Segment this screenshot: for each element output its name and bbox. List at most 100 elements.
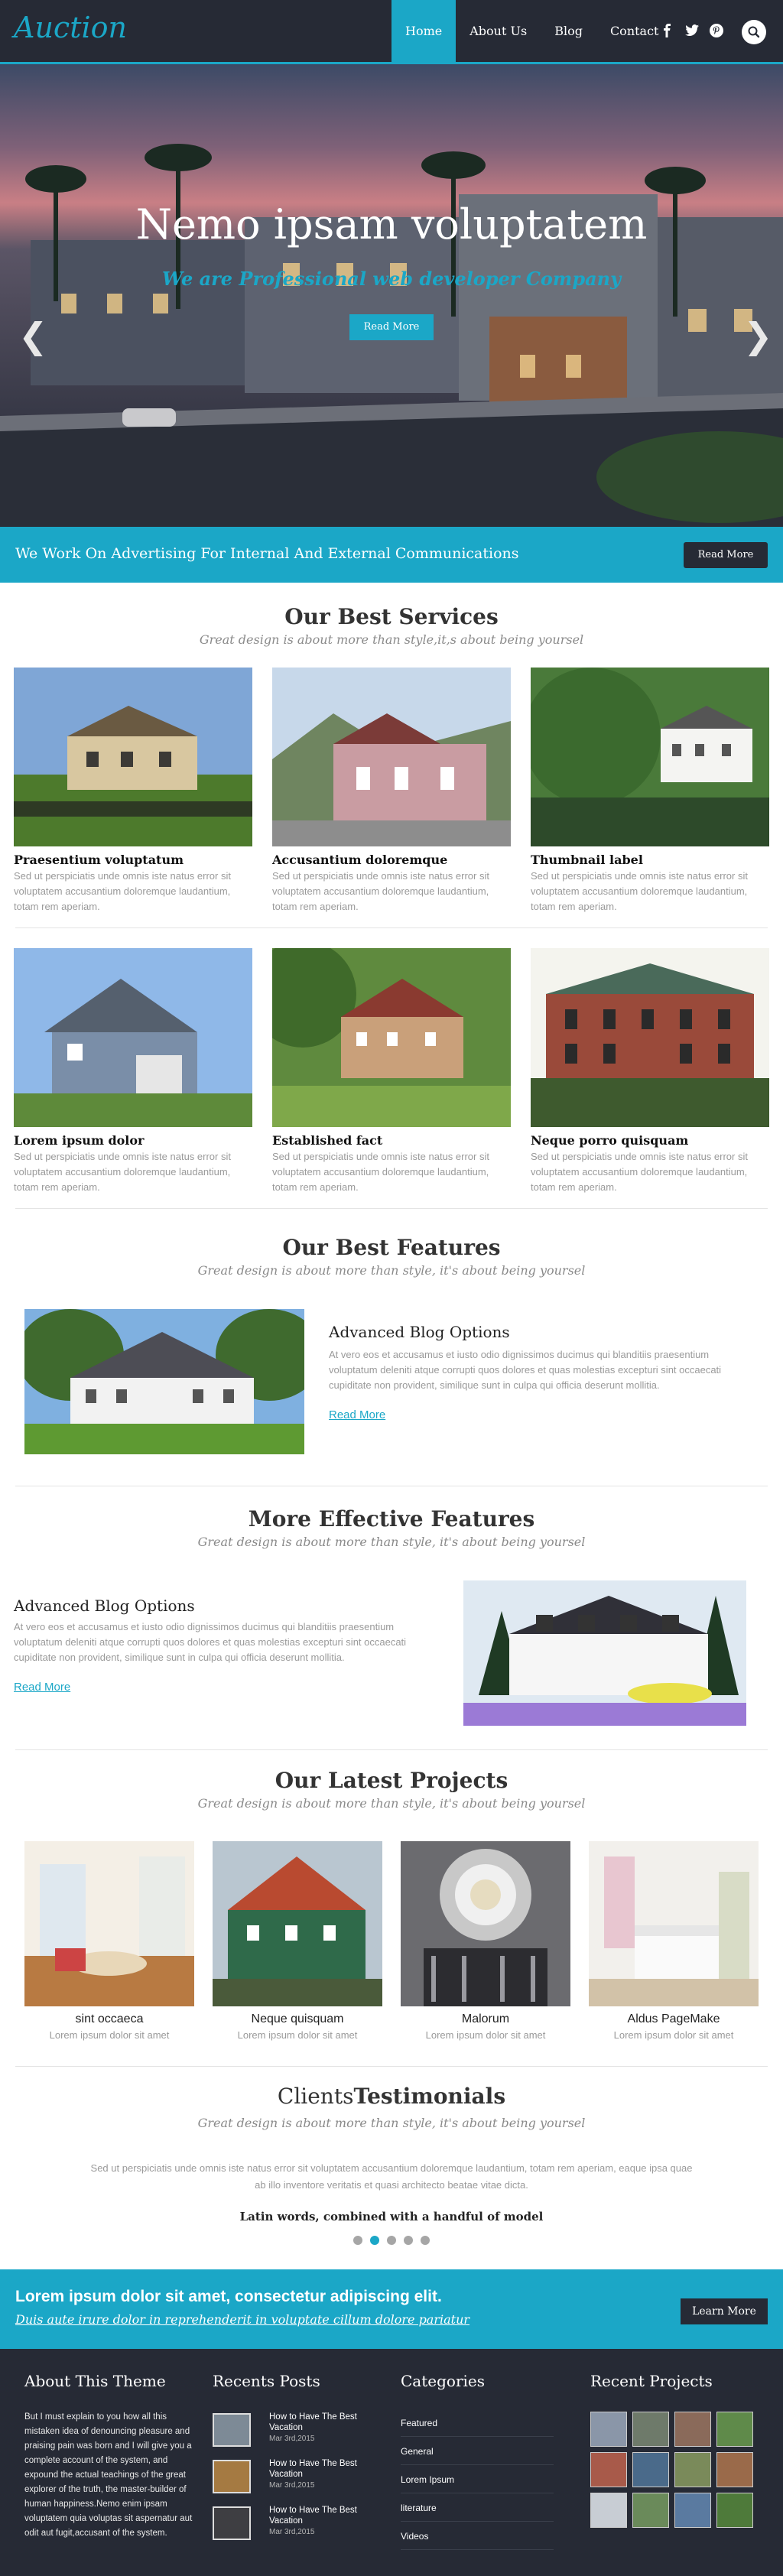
category-link[interactable]: Lorem Ipsum (401, 2465, 554, 2493)
site-footer: About This Theme But I must explain to y… (0, 2349, 783, 2576)
service-title: Lorem ipsum dolor (14, 1133, 145, 1148)
services-title: Our Best Services (284, 604, 499, 629)
learn-more-button[interactable]: Learn More (681, 2298, 768, 2324)
project-thumbnail[interactable] (632, 2493, 669, 2528)
post-thumbnail[interactable] (213, 2506, 251, 2540)
carousel-dot[interactable] (404, 2236, 413, 2245)
testimonials-title-light: Clients (277, 2084, 354, 2109)
project-card[interactable]: Malorum Lorem ipsum dolor sit amet (401, 1841, 570, 2041)
service-card[interactable]: Established fact Sed ut perspiciatis und… (272, 948, 511, 1195)
more-feature-image (463, 1580, 746, 1726)
project-thumbnail[interactable] (674, 2452, 711, 2487)
post-date: Mar 3rd,2015 (269, 2528, 315, 2536)
testimonial-dots (353, 2236, 430, 2245)
recent-post[interactable]: How to Have The Best Vacation Mar 3rd,20… (213, 2412, 373, 2454)
banner-text: We Work On Advertising For Internal And … (15, 545, 519, 562)
project-thumbnail[interactable] (674, 2493, 711, 2528)
features-header: Our Best Features Great design is about … (0, 1235, 783, 1278)
post-date: Mar 3rd,2015 (269, 2435, 315, 2443)
service-card[interactable]: Lorem ipsum dolor Sed ut perspiciatis un… (14, 948, 252, 1195)
service-card[interactable]: Praesentium voluptatum Sed ut perspiciat… (14, 668, 252, 914)
project-title: Neque quisquam (251, 2012, 344, 2025)
hero-subtitle: We are Professional web developer Compan… (161, 268, 622, 290)
recent-post[interactable]: How to Have The Best Vacation Mar 3rd,20… (213, 2458, 373, 2501)
project-title: Malorum (461, 2012, 510, 2025)
recent-projects-grid (590, 2412, 755, 2528)
more-feature-read-more-link[interactable]: Read More (14, 1681, 70, 1694)
testimonial-author: Latin words, combined with a handful of … (239, 2210, 544, 2224)
nav-blog[interactable]: Blog (541, 0, 596, 62)
post-thumbnail[interactable] (213, 2413, 251, 2447)
footer-about-text: But I must explain to you how all this m… (24, 2412, 193, 2538)
recent-post[interactable]: How to Have The Best Vacation Mar 3rd,20… (213, 2505, 373, 2548)
projects-subtitle: Great design is about more than style, i… (197, 1796, 586, 1811)
carousel-dot[interactable] (353, 2236, 362, 2245)
project-subtitle: Lorem ipsum dolor sit amet (425, 2029, 546, 2041)
site-logo[interactable]: Auction (14, 11, 127, 44)
project-thumbnail[interactable] (590, 2452, 627, 2487)
hero-read-more-button[interactable]: Read More (349, 314, 434, 340)
carousel-dot[interactable] (387, 2236, 396, 2245)
features-title: Our Best Features (282, 1235, 501, 1260)
cta-subtitle-link[interactable]: Duis aute irure dolor in reprehenderit i… (15, 2312, 469, 2327)
service-image[interactable] (272, 948, 511, 1127)
service-card[interactable]: Thumbnail label Sed ut perspiciatis unde… (531, 668, 769, 914)
category-link[interactable]: Featured (401, 2409, 554, 2437)
cta-title: Lorem ipsum dolor sit amet, consectetur … (15, 2288, 442, 2305)
project-card[interactable]: Aldus PageMake Lorem ipsum dolor sit ame… (589, 1841, 759, 2041)
service-image[interactable] (14, 668, 252, 846)
twitter-icon[interactable] (684, 22, 700, 39)
feature-title: Advanced Blog Options (329, 1323, 510, 1341)
services-subtitle: Great design is about more than style,it… (199, 632, 584, 647)
service-image[interactable] (531, 948, 769, 1127)
project-thumbnail[interactable] (716, 2452, 753, 2487)
project-card[interactable]: sint occaeca Lorem ipsum dolor sit amet (24, 1841, 194, 2041)
carousel-dot[interactable] (421, 2236, 430, 2245)
project-image[interactable] (24, 1841, 194, 2006)
project-image[interactable] (213, 1841, 382, 2006)
category-link[interactable]: Videos (401, 2522, 554, 2550)
service-image[interactable] (272, 668, 511, 846)
project-thumbnail[interactable] (590, 2412, 627, 2447)
services-header: Our Best Services Great design is about … (0, 604, 783, 647)
service-image[interactable] (531, 668, 769, 846)
project-thumbnail[interactable] (632, 2452, 669, 2487)
main-nav: Home About Us Blog Contact (392, 0, 672, 62)
facebook-icon[interactable] (659, 22, 676, 39)
category-link[interactable]: General (401, 2437, 554, 2465)
feature-read-more-link[interactable]: Read More (329, 1408, 385, 1421)
project-thumbnail[interactable] (716, 2493, 753, 2528)
testimonials-title: ClientsTestimonials (0, 2084, 783, 2109)
category-link[interactable]: literature (401, 2493, 554, 2522)
post-thumbnail[interactable] (213, 2460, 251, 2493)
post-title[interactable]: How to Have The Best Vacation (269, 2505, 376, 2526)
banner-read-more-button[interactable]: Read More (684, 542, 768, 568)
site-header: Auction Home About Us Blog Contact (0, 0, 783, 64)
service-text: Sed ut perspiciatis unde omnis iste natu… (14, 870, 231, 912)
project-card[interactable]: Neque quisquam Lorem ipsum dolor sit ame… (213, 1841, 382, 2041)
chevron-right-icon[interactable]: ❯ (743, 315, 773, 356)
nav-about-us[interactable]: About Us (456, 0, 541, 62)
project-image[interactable] (589, 1841, 759, 2006)
service-card[interactable]: Accusantium doloremque Sed ut perspiciat… (272, 668, 511, 914)
chevron-left-icon[interactable]: ❮ (18, 315, 48, 356)
project-thumbnail[interactable] (590, 2493, 627, 2528)
divider (15, 1208, 768, 1209)
carousel-dot-active[interactable] (370, 2236, 379, 2245)
nav-home[interactable]: Home (392, 0, 456, 62)
divider (15, 2066, 768, 2067)
post-title[interactable]: How to Have The Best Vacation (269, 2412, 376, 2433)
service-card[interactable]: Neque porro quisquam Sed ut perspiciatis… (531, 948, 769, 1195)
service-title: Thumbnail label (531, 853, 643, 867)
projects-header: Our Latest Projects Great design is abou… (0, 1768, 783, 1811)
project-thumbnail[interactable] (632, 2412, 669, 2447)
testimonials-title-bold: Testimonials (353, 2084, 506, 2109)
post-title[interactable]: How to Have The Best Vacation (269, 2458, 376, 2480)
service-image[interactable] (14, 948, 252, 1127)
project-thumbnail[interactable] (674, 2412, 711, 2447)
project-image[interactable] (401, 1841, 570, 2006)
footer-about-title: About This Theme (24, 2372, 166, 2390)
search-button[interactable] (742, 20, 766, 44)
pinterest-icon[interactable] (708, 22, 725, 39)
project-thumbnail[interactable] (716, 2412, 753, 2447)
